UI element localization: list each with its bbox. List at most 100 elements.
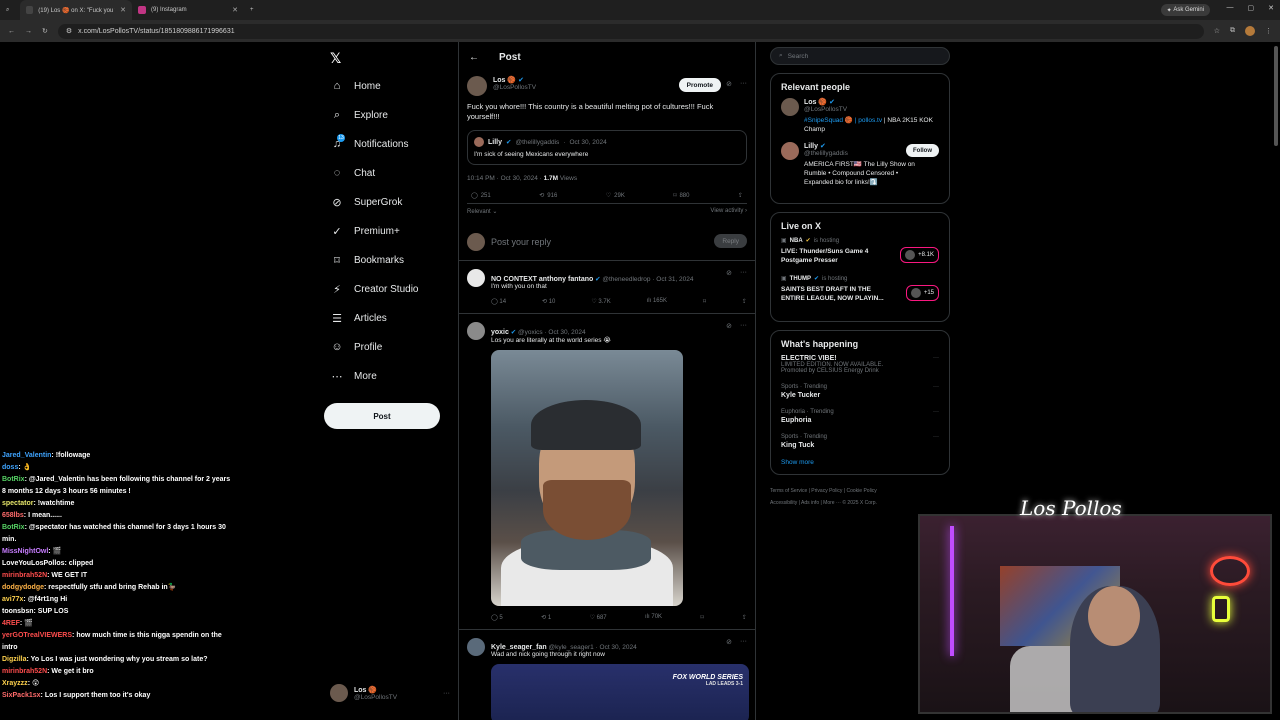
chat-username[interactable]: mirinbrah52N: [2, 572, 47, 579]
promote-button[interactable]: Promote: [678, 78, 721, 92]
avatar[interactable]: [467, 322, 485, 340]
nav-premium[interactable]: ✓ Premium+: [330, 225, 399, 238]
reply-post[interactable]: ⊘ ··· yoxic ✔ @yoxics · Oct 30, 2024 Los …: [459, 314, 755, 630]
like-button[interactable]: ♡ 687: [590, 614, 607, 621]
nav-more[interactable]: ⋯ More: [330, 370, 377, 383]
grok-icon[interactable]: ⊘: [726, 322, 732, 330]
more-icon[interactable]: ···: [933, 434, 939, 440]
nav-notifications[interactable]: ♫ 13 Notifications: [330, 134, 408, 150]
avatar[interactable]: [781, 142, 799, 160]
share-icon[interactable]: ⇪: [742, 298, 747, 305]
bio-link[interactable]: #SnipeSquad 🏀 | pollos.tv: [804, 117, 882, 124]
live-item[interactable]: ▣ NBA ✔ is hosting LIVE: Thunder/Suns Game …: [781, 237, 939, 265]
chat-username[interactable]: BotRix: [2, 476, 25, 483]
reply-input[interactable]: Post your reply: [491, 237, 551, 247]
chat-username[interactable]: Xrayzzz: [2, 680, 28, 687]
nav-supergrok[interactable]: ⊘ SuperGrok: [330, 196, 402, 209]
chat-username[interactable]: 658lbs: [2, 512, 24, 519]
nav-creator-studio[interactable]: ⚡ Creator Studio: [330, 283, 418, 296]
chat-username[interactable]: yerGOTrealVIEWERS: [2, 632, 72, 639]
reply-button[interactable]: ◯ 14: [491, 298, 506, 305]
grok-icon[interactable]: ⊘: [726, 269, 732, 277]
close-window-icon[interactable]: ✕: [1268, 4, 1274, 12]
author-handle[interactable]: @LosPollosTV: [493, 84, 536, 91]
share-icon[interactable]: ⇪: [738, 192, 743, 199]
views-button[interactable]: ılı 165K: [647, 298, 667, 305]
reply-photo[interactable]: [491, 350, 683, 606]
chat-username[interactable]: Digzilla: [2, 656, 27, 663]
person-item[interactable]: Lilly ✔ @thelillygaddis AMERICA FIRST🇺🇸 …: [781, 142, 939, 187]
reload-icon[interactable]: ↻: [42, 27, 48, 35]
footer-line[interactable]: Terms of Service | Privacy Policy | Cook…: [770, 485, 950, 497]
repost-button[interactable]: ⟲ 916: [539, 192, 557, 200]
reply-button[interactable]: ◯ 5: [491, 614, 503, 621]
more-icon[interactable]: ···: [933, 384, 939, 390]
nav-home[interactable]: ⌂ Home: [330, 80, 381, 92]
chat-username[interactable]: SixPack1sx: [2, 692, 41, 699]
more-icon[interactable]: ···: [740, 80, 747, 88]
minimize-icon[interactable]: —: [1227, 4, 1234, 12]
quoted-post[interactable]: Lilly ✔ @thelillygaddis · Oct 30, 2024 I…: [467, 130, 747, 165]
author-name[interactable]: NO CONTEXT anthony fantano: [491, 276, 593, 283]
avatar[interactable]: [467, 76, 487, 96]
trend-item[interactable]: Euphoria · Trending Euphoria ···: [781, 409, 939, 424]
trend-item[interactable]: Sports · Trending Kyle Tucker ···: [781, 384, 939, 399]
more-icon[interactable]: ···: [933, 355, 939, 361]
search-input[interactable]: ⌕ Search: [770, 47, 950, 65]
profile-avatar-icon[interactable]: [1245, 26, 1255, 36]
grok-icon[interactable]: ⊘: [726, 80, 732, 88]
star-icon[interactable]: ☆: [1214, 27, 1220, 35]
chat-username[interactable]: dodgydodge: [2, 584, 44, 591]
chat-username[interactable]: 4REF: [2, 620, 20, 627]
trend-item[interactable]: Sports · Trending King Tuck ···: [781, 434, 939, 449]
share-icon[interactable]: ⇪: [742, 614, 747, 621]
nav-profile[interactable]: ☺ Profile: [330, 341, 382, 353]
bookmark-button[interactable]: ⌑ 880: [673, 192, 689, 200]
chat-username[interactable]: toonsbsn: [2, 608, 34, 615]
account-switcher[interactable]: Los 🏀 @LosPollosTV ···: [330, 684, 450, 702]
chat-username[interactable]: MissNightOwl: [2, 548, 48, 555]
chat-username[interactable]: BotRix: [2, 524, 25, 531]
like-button[interactable]: ♡ 29K: [606, 192, 625, 200]
close-icon[interactable]: ✕: [232, 6, 238, 14]
repost-button[interactable]: ⟲ 10: [542, 298, 555, 305]
nav-articles[interactable]: ☰ Articles: [330, 312, 387, 325]
reply-button[interactable]: Reply: [714, 234, 747, 248]
view-activity-link[interactable]: View activity ›: [710, 208, 747, 215]
site-info-icon[interactable]: ⚙: [66, 27, 72, 35]
repost-button[interactable]: ⟲ 1: [541, 614, 551, 621]
grok-icon[interactable]: ⊘: [726, 638, 732, 646]
forward-icon[interactable]: →: [25, 28, 32, 35]
nav-chat[interactable]: ◌ Chat: [330, 167, 375, 179]
views-button[interactable]: ılı 70K: [645, 614, 662, 621]
browser-tab-x[interactable]: (19) Los 🏀 on X: "Fuck you wh ✕: [20, 0, 132, 20]
sort-dropdown[interactable]: Relevant ⌄: [467, 208, 497, 215]
reply-post[interactable]: ⊘ ··· Kyle_seager_fan @kyle_seager1 · Oct…: [459, 630, 755, 720]
browser-tab-instagram[interactable]: (9) Instagram ✕: [132, 0, 244, 20]
bookmark-icon[interactable]: ⌑: [700, 614, 703, 621]
page-scrollbar[interactable]: [1274, 46, 1278, 146]
nav-explore[interactable]: ⌕ Explore: [330, 109, 388, 122]
post-time[interactable]: 10:14 PM · Oct 30, 2024 ·: [467, 175, 544, 182]
back-icon[interactable]: ←: [8, 28, 15, 35]
bookmark-icon[interactable]: ⌑: [703, 298, 706, 305]
more-icon[interactable]: ···: [740, 269, 747, 277]
reply-post[interactable]: ⊘ ··· NO CONTEXT anthony fantano ✔ @thene…: [459, 261, 755, 314]
tab-search-icon[interactable]: ⌕: [0, 0, 20, 20]
avatar[interactable]: [781, 98, 799, 116]
show-more-link[interactable]: Show more: [781, 459, 939, 466]
nav-bookmarks[interactable]: ⌑ Bookmarks: [330, 254, 404, 267]
person-item[interactable]: Los 🏀 ✔ @LosPollosTV #SnipeSquad 🏀 | pol…: [781, 98, 939, 134]
new-tab-icon[interactable]: +: [244, 0, 260, 20]
author-name[interactable]: yoxic: [491, 329, 509, 336]
ask-gemini-button[interactable]: ✦ Ask Gemini: [1160, 4, 1210, 16]
chat-username[interactable]: Jared_Valentin: [2, 452, 51, 459]
reply-button[interactable]: ◯ 251: [471, 192, 491, 200]
reply-video[interactable]: FOX WORLD SERIES LAD LEADS 3-1: [491, 664, 749, 720]
author-name[interactable]: Los 🏀: [493, 77, 516, 84]
chat-username[interactable]: LoveYouLosPollos: [2, 560, 65, 567]
footer-line[interactable]: Accessibility | Ads info | More ··· © 20…: [770, 497, 950, 509]
avatar[interactable]: [467, 269, 485, 287]
x-logo-icon[interactable]: 𝕏: [330, 50, 341, 67]
chat-username[interactable]: avi77x: [2, 596, 23, 603]
